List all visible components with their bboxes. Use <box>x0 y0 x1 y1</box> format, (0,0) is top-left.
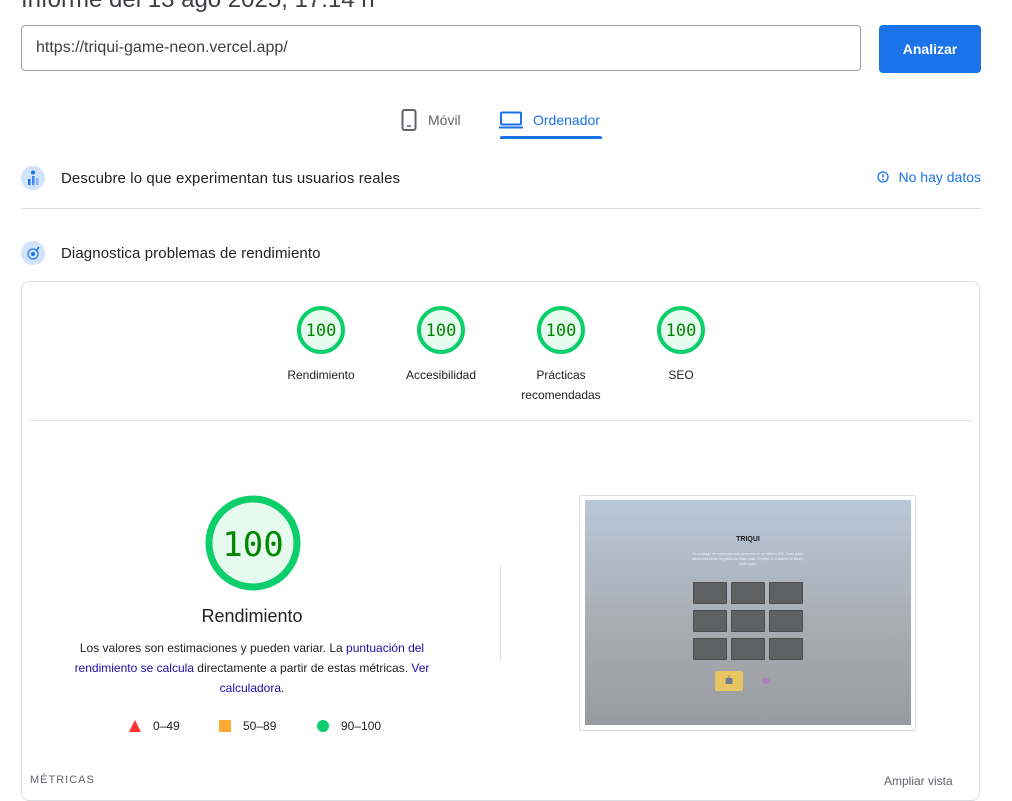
circle-icon <box>317 720 329 732</box>
gauge-value: 100 <box>666 321 697 341</box>
board-cell <box>769 582 803 604</box>
performance-title: Rendimiento <box>201 606 303 626</box>
desc-text: directamente a partir de estas métricas. <box>193 661 412 675</box>
board-cell <box>731 582 765 604</box>
smartphone-icon <box>401 109 417 131</box>
gauge-label-line2: recomendadas <box>521 388 601 402</box>
laptop-icon <box>499 111 523 129</box>
vertical-divider <box>500 565 501 661</box>
board-cell <box>693 638 727 660</box>
score-calc-link-part2: rendimiento se calcula <box>74 661 194 675</box>
gauge-accessibility[interactable]: 100 Accesibilidad <box>381 305 501 385</box>
board-cell <box>731 610 765 632</box>
gauge-label: Rendimiento <box>287 368 355 382</box>
gauge-label: Prácticas recomendadas <box>501 365 621 405</box>
gauge-label-line1: Prácticas <box>536 368 586 382</box>
tab-desktop[interactable]: Ordenador <box>499 100 600 140</box>
users-chart-icon <box>21 166 45 190</box>
legend-pass: 90–100 <box>317 716 381 736</box>
metrics-heading: MÉTRICAS <box>30 774 95 786</box>
tab-desktop-label: Ordenador <box>533 112 600 128</box>
gauge-value: 100 <box>426 321 457 341</box>
triangle-icon <box>129 720 141 732</box>
board-cell <box>731 638 765 660</box>
diagnose-icon <box>21 241 45 265</box>
legend-pass-label: 90–100 <box>341 719 382 733</box>
analyze-button[interactable]: Analizar <box>879 25 981 73</box>
performance-description: Los valores son estimaciones y pueden va… <box>62 638 442 698</box>
report-title: Informe del 13 ago 2025, 17:14 h <box>21 0 375 14</box>
no-data-label: No hay datos <box>898 169 982 185</box>
section-divider <box>21 208 981 209</box>
calculator-link-part2: calculadora <box>219 681 282 695</box>
board-cell <box>769 610 803 632</box>
legend-average-label: 50–89 <box>243 719 277 733</box>
gauge-label: SEO <box>668 368 694 382</box>
score-calc-link-part1: puntuación del <box>346 641 425 655</box>
lab-data-title: Diagnostica problemas de rendimiento <box>61 244 321 262</box>
desc-text: . <box>281 681 285 695</box>
legend-fail: 0–49 <box>129 716 180 736</box>
legend-average: 50–89 <box>219 716 276 736</box>
expand-view-link[interactable]: Ampliar vista <box>884 774 953 788</box>
performance-score: 100 <box>222 525 283 565</box>
preview-title: TRIQUI <box>736 536 760 543</box>
square-icon <box>219 720 231 732</box>
performance-gauge: 100 <box>205 495 301 591</box>
score-gauge-icon: 100 <box>657 306 705 354</box>
preview-subtitle: Es un juego de mesa para dos personas en… <box>691 552 805 566</box>
page-screenshot[interactable]: TRIQUI Es un juego de mesa para dos pers… <box>585 500 911 725</box>
field-data-title: Descubre lo que experimentan tus usuario… <box>61 169 401 187</box>
gauge-seo[interactable]: 100 SEO <box>621 305 741 385</box>
robot-icon <box>725 675 733 684</box>
score-gauge-icon: 100 <box>417 306 465 354</box>
tab-mobile[interactable]: Móvil <box>400 100 461 140</box>
lab-data-section: Diagnostica problemas de rendimiento <box>21 238 981 268</box>
alien-icon <box>762 678 770 684</box>
board-cell <box>693 582 727 604</box>
gauge-label: Accesibilidad <box>405 368 477 382</box>
url-input[interactable]: https://triqui-game-neon.vercel.app/ <box>21 25 861 71</box>
no-data-link[interactable]: No hay datos <box>876 169 982 185</box>
field-data-section: Descubre lo que experimentan tus usuario… <box>21 163 981 193</box>
score-gauge-icon: 100 <box>297 306 345 354</box>
calculator-link-part1: Ver <box>411 661 430 675</box>
gauge-value: 100 <box>306 321 337 341</box>
score-gauge-icon: 100 <box>537 306 585 354</box>
card-divider <box>30 420 972 421</box>
tab-active-indicator <box>500 136 602 139</box>
board-cell <box>693 610 727 632</box>
info-icon <box>876 171 889 183</box>
legend-fail-label: 0–49 <box>153 719 180 733</box>
gauge-performance[interactable]: 100 Rendimiento <box>261 305 381 385</box>
board-cell <box>769 638 803 660</box>
gauge-best-practices[interactable]: 100 Prácticas recomendadas <box>501 305 621 405</box>
robot-mode-button <box>715 671 743 691</box>
gauge-value: 100 <box>546 321 577 341</box>
desc-text: Los valores son estimaciones y pueden va… <box>79 641 347 655</box>
tab-mobile-label: Móvil <box>428 112 461 128</box>
